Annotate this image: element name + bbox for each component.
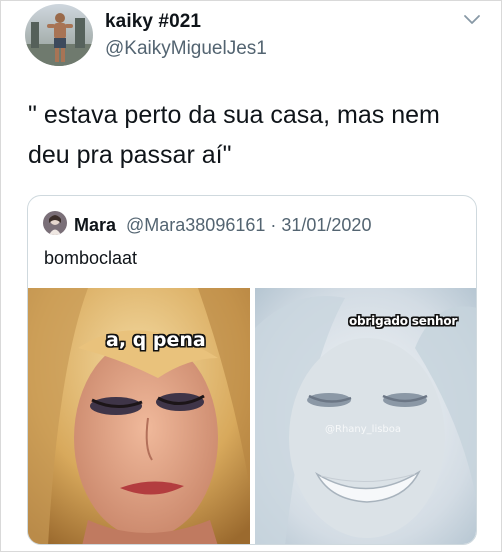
quoted-tweet-text: bomboclaat — [44, 248, 138, 268]
author-display-name[interactable]: kaiky #021 — [105, 11, 201, 33]
meme-image-left[interactable]: a, q pena — [28, 288, 250, 544]
quoted-author-avatar[interactable] — [43, 211, 67, 235]
quoted-author-name[interactable]: Mara — [74, 215, 116, 236]
right-caption: obrigado senhor — [349, 314, 458, 328]
tweet-container: kaiky #021 @KaikyMiguelJes1 " estava per… — [0, 0, 502, 552]
tweet-text: " estava perto da sua casa, mas nem deu … — [28, 101, 440, 169]
quoted-media-grid: a, q pena obrigado senhor @Rhany_lisboa — [28, 288, 476, 544]
image-watermark: @Rhany_lisboa — [325, 424, 402, 435]
chevron-down-icon[interactable] — [462, 12, 482, 28]
meme-image-right[interactable]: obrigado senhor @Rhany_lisboa — [255, 288, 476, 544]
author-handle[interactable]: @KaikyMiguelJes1 — [105, 38, 267, 60]
quoted-author-meta[interactable]: @Mara38096161 · 31/01/2020 — [126, 215, 371, 236]
quoted-tweet-card[interactable]: Mara @Mara38096161 · 31/01/2020 bombocla… — [27, 195, 477, 545]
author-avatar[interactable] — [25, 4, 93, 66]
left-caption: a, q pena — [106, 329, 206, 351]
